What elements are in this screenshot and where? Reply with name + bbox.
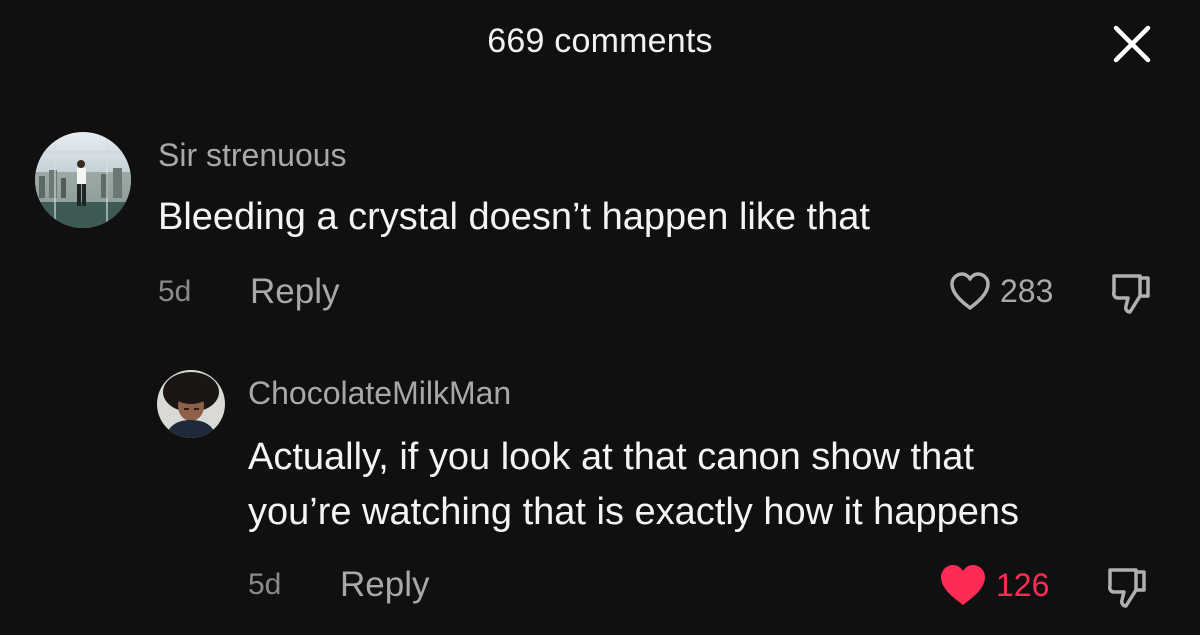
avatar[interactable] — [157, 370, 225, 438]
dislike-button[interactable] — [1106, 266, 1158, 318]
close-icon — [1113, 25, 1151, 63]
comment-text-line: you’re watching that is exactly how it h… — [248, 491, 1019, 533]
comment-text: Actually, if you look at that canon show… — [248, 430, 1019, 540]
close-button[interactable] — [1110, 22, 1154, 66]
reply-button[interactable]: Reply — [340, 565, 429, 605]
heart-icon — [941, 565, 985, 605]
comment-text-line: Bleeding a crystal doesn’t happen like t… — [158, 196, 870, 238]
thumbs-down-icon — [1108, 568, 1146, 608]
like-button[interactable]: 283 — [948, 270, 1053, 312]
comment-text-line: Actually, if you look at that canon show… — [248, 436, 974, 478]
comment-timestamp: 5d — [158, 275, 192, 308]
reply-button[interactable]: Reply — [250, 272, 339, 312]
comment-timestamp: 5d — [248, 568, 282, 601]
comment-username[interactable]: Sir strenuous — [158, 137, 347, 174]
comment-username[interactable]: ChocolateMilkMan — [248, 375, 511, 412]
like-count: 283 — [1000, 272, 1054, 309]
like-button[interactable]: 126 — [938, 562, 1049, 608]
thumbs-down-icon — [1112, 274, 1150, 314]
heart-icon — [950, 272, 990, 310]
comment-text: Bleeding a crystal doesn’t happen like t… — [158, 190, 870, 245]
like-count: 126 — [996, 566, 1050, 603]
dislike-button[interactable] — [1102, 560, 1154, 612]
avatar[interactable] — [35, 132, 131, 228]
comments-count-title: 669 comments — [487, 22, 713, 60]
